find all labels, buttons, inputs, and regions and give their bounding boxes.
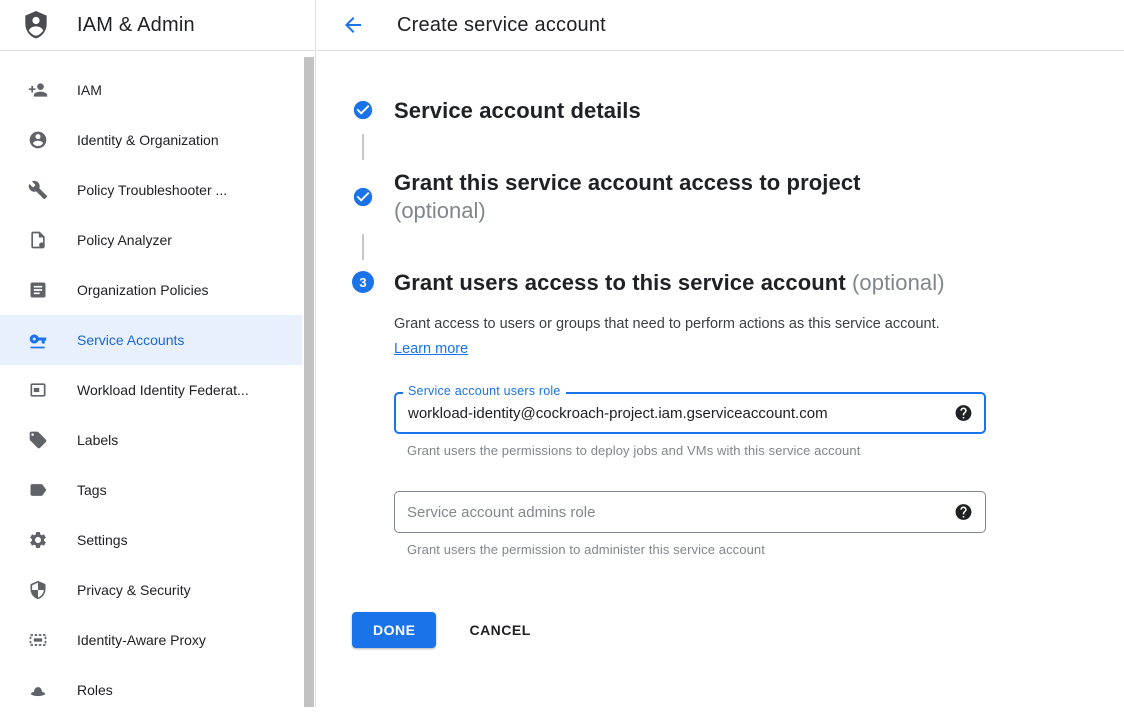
sidebar-item-tags[interactable]: Tags [0, 465, 303, 515]
step-grant-access-to-project[interactable]: Grant this service account access to pro… [352, 169, 1124, 225]
admins-role-input[interactable] [394, 491, 986, 533]
step-optional-label: (optional) [852, 270, 945, 295]
main-panel: Create service account Service account d… [317, 0, 1124, 707]
done-button[interactable]: DONE [352, 612, 436, 648]
sidebar-item-label: Identity & Organization [77, 132, 219, 148]
step-description: Grant access to users or groups that nee… [394, 312, 966, 362]
sidebar-item-label: Policy Troubleshooter ... [77, 182, 227, 198]
sidebar-item-privacy-security[interactable]: Privacy & Security [0, 565, 303, 615]
id-card-icon [28, 380, 48, 400]
users-role-input[interactable] [394, 392, 986, 434]
admins-role-helper-text: Grant users the permission to administer… [407, 542, 1124, 557]
step-title: Grant this service account access to pro… [394, 169, 861, 197]
step-connector [362, 234, 364, 260]
arrow-left-icon [341, 13, 365, 37]
check-circle-icon [352, 99, 374, 121]
hat-icon [28, 680, 48, 700]
step-connector [362, 134, 364, 160]
learn-more-link[interactable]: Learn more [394, 341, 468, 357]
sidebar-item-labels[interactable]: Labels [0, 415, 303, 465]
step-title: Grant users access to this service accou… [394, 269, 945, 297]
tag-icon [28, 480, 48, 500]
sidebar-item-roles[interactable]: Roles [0, 665, 303, 715]
sidebar-item-label: Workload Identity Federat... [77, 382, 249, 398]
step-service-account-details[interactable]: Service account details [352, 97, 1124, 125]
label-icon [28, 430, 48, 450]
help-icon[interactable] [954, 503, 973, 522]
admins-role-field-wrapper [394, 491, 986, 533]
proxy-icon [28, 630, 48, 650]
sidebar-item-label: Identity-Aware Proxy [77, 632, 206, 648]
content: Service account details Grant this servi… [317, 51, 1124, 648]
step-grant-users-access[interactable]: 3 Grant users access to this service acc… [352, 269, 1124, 297]
step-optional-label: (optional) [394, 197, 861, 225]
shield-icon [28, 580, 48, 600]
policy-analyzer-icon [28, 230, 48, 250]
service-account-key-icon [28, 330, 48, 350]
sidebar-item-organization-policies[interactable]: Organization Policies [0, 265, 303, 315]
sidebar-item-label: Tags [77, 482, 107, 498]
sidebar-item-label: Policy Analyzer [77, 232, 172, 248]
page-title: Create service account [397, 14, 606, 37]
users-role-helper-text: Grant users the permissions to deploy jo… [407, 443, 1124, 458]
cancel-button[interactable]: CANCEL [469, 622, 530, 638]
users-role-field-label: Service account users role [403, 384, 566, 398]
sidebar-item-iam[interactable]: IAM [0, 65, 303, 115]
sidebar-item-policy-analyzer[interactable]: Policy Analyzer [0, 215, 303, 265]
sidebar-item-label: Organization Policies [77, 282, 209, 298]
app-title: IAM & Admin [77, 14, 195, 37]
sidebar-item-label: Privacy & Security [77, 582, 191, 598]
sidebar-item-service-accounts[interactable]: Service Accounts [0, 315, 303, 365]
sidebar-item-identity-organization[interactable]: Identity & Organization [0, 115, 303, 165]
back-button[interactable] [341, 13, 365, 37]
action-buttons: DONE CANCEL [352, 612, 1124, 648]
gear-icon [28, 530, 48, 550]
person-add-icon [28, 80, 48, 100]
sidebar-item-label: Service Accounts [77, 332, 184, 348]
sidebar-item-label: Settings [77, 532, 128, 548]
iam-shield-person-icon [20, 8, 52, 42]
sidebar-nav: IAM Identity & Organization Policy Trouble… [0, 51, 303, 715]
help-icon[interactable] [954, 404, 973, 423]
step-number-badge: 3 [352, 271, 374, 293]
wrench-icon [28, 180, 48, 200]
step-title: Service account details [394, 97, 641, 125]
sidebar-item-label: Roles [77, 682, 113, 698]
sidebar-scrollbar[interactable] [302, 57, 314, 707]
sidebar-header: IAM & Admin [0, 0, 315, 51]
sidebar-item-workload-identity-federation[interactable]: Workload Identity Federat... [0, 365, 303, 415]
check-circle-icon [352, 186, 374, 208]
sidebar-item-label: Labels [77, 432, 118, 448]
person-circle-icon [28, 130, 48, 150]
users-role-field-wrapper: Service account users role [394, 392, 986, 434]
document-lines-icon [28, 280, 48, 300]
sidebar-item-policy-troubleshooter[interactable]: Policy Troubleshooter ... [0, 165, 303, 215]
sidebar-item-label: IAM [77, 82, 102, 98]
sidebar-item-identity-aware-proxy[interactable]: Identity-Aware Proxy [0, 615, 303, 665]
sidebar: IAM & Admin IAM Identity & Organization Po… [0, 0, 316, 707]
sidebar-item-settings[interactable]: Settings [0, 515, 303, 565]
page-header: Create service account [317, 0, 1124, 51]
